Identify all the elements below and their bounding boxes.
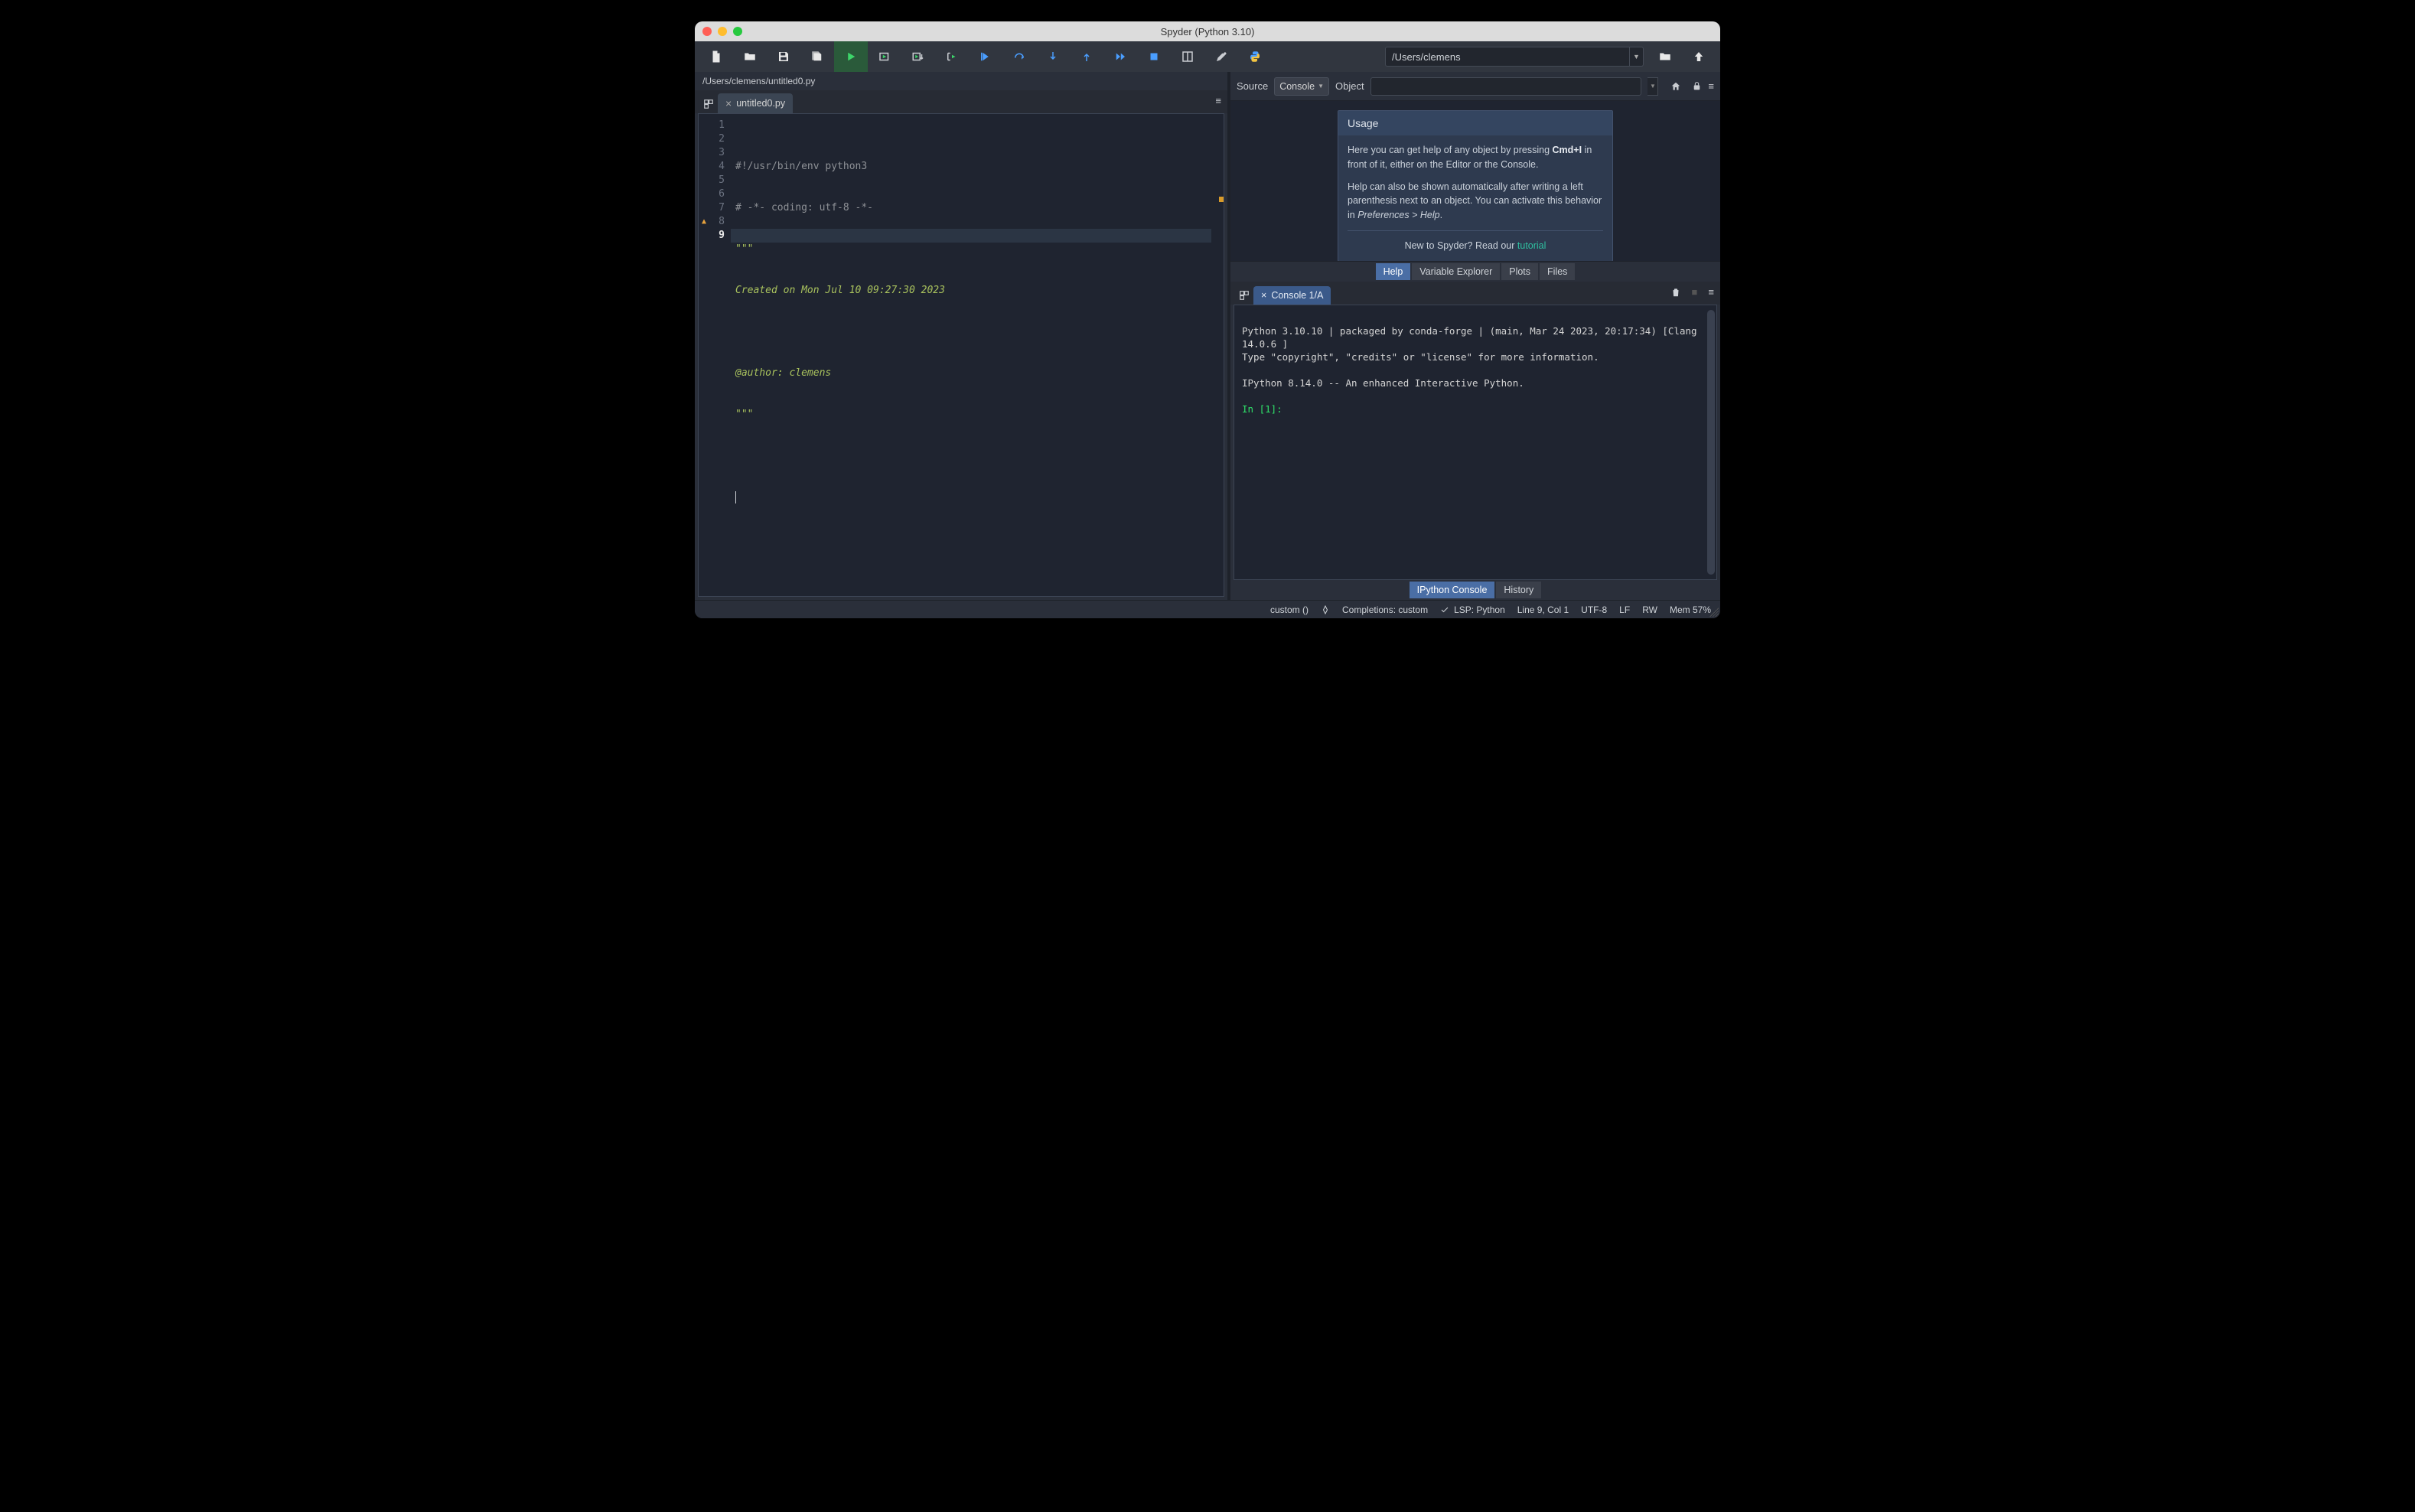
console-tab-bar: × Console 1/A ■ ≡ xyxy=(1230,282,1720,305)
help-object-history-button[interactable]: ▼ xyxy=(1647,77,1658,96)
open-file-button[interactable] xyxy=(733,41,767,72)
debug-step-out-button[interactable] xyxy=(1070,41,1103,72)
console-scrollbar[interactable] xyxy=(1707,310,1715,575)
editor-file-path: /Users/clemens/untitled0.py xyxy=(695,72,1227,90)
console-tab[interactable]: × Console 1/A xyxy=(1253,286,1331,305)
run-cell-advance-button[interactable] xyxy=(901,41,935,72)
run-file-button[interactable] xyxy=(834,41,868,72)
editor-options-button[interactable]: ≡ xyxy=(1215,95,1221,106)
run-cell-button[interactable] xyxy=(868,41,901,72)
debug-continue-button[interactable] xyxy=(1103,41,1137,72)
help-pane-tabs: Help Variable Explorer Plots Files xyxy=(1230,262,1720,282)
working-directory-field[interactable] xyxy=(1385,47,1630,67)
tab-history[interactable]: History xyxy=(1495,581,1542,599)
help-source-label: Source xyxy=(1237,80,1268,92)
status-bar: custom () Completions: custom LSP: Pytho… xyxy=(695,600,1720,618)
editor-tab[interactable]: × untitled0.py xyxy=(718,93,793,113)
console-prompt: In [1]: xyxy=(1242,403,1282,415)
console-options-button[interactable]: ≡ xyxy=(1708,286,1714,298)
browse-console-tabs-button[interactable] xyxy=(1235,286,1253,305)
python-path-button[interactable] xyxy=(1238,41,1272,72)
tab-ipython-console[interactable]: IPython Console xyxy=(1409,581,1496,599)
new-file-button[interactable] xyxy=(699,41,733,72)
modification-marker xyxy=(1219,197,1224,202)
status-kite[interactable] xyxy=(1321,605,1330,614)
interrupt-kernel-icon[interactable]: ■ xyxy=(1692,286,1698,298)
run-selection-button[interactable] xyxy=(935,41,969,72)
lock-icon[interactable] xyxy=(1692,81,1702,91)
help-options-button[interactable]: ≡ xyxy=(1708,80,1714,92)
line-gutter: 1 2 3 4 5 6 7 8 9 xyxy=(699,114,731,596)
window-title: Spyder (Python 3.10) xyxy=(695,26,1720,37)
tab-files[interactable]: Files xyxy=(1539,262,1576,281)
working-directory-input[interactable]: ▼ xyxy=(1385,47,1644,67)
preferences-button[interactable] xyxy=(1204,41,1238,72)
close-console-tab-icon[interactable]: × xyxy=(1261,290,1266,301)
help-pane: Usage Here you can get help of any objec… xyxy=(1230,101,1720,262)
save-all-button[interactable] xyxy=(800,41,834,72)
usage-p1: Here you can get help of any object by p… xyxy=(1348,143,1603,172)
status-eol[interactable]: LF xyxy=(1619,604,1630,615)
working-directory-history-button[interactable]: ▼ xyxy=(1630,47,1644,67)
tab-help[interactable]: Help xyxy=(1375,262,1412,281)
save-file-button[interactable] xyxy=(767,41,800,72)
status-memory[interactable]: Mem 57% xyxy=(1670,604,1711,615)
help-source-select[interactable]: Console▼ xyxy=(1274,77,1329,96)
editor-tab-bar: × untitled0.py ≡ xyxy=(695,90,1227,113)
status-lsp[interactable]: LSP: Python xyxy=(1440,604,1505,615)
ipython-console[interactable]: Python 3.10.10 | packaged by conda-forge… xyxy=(1234,305,1717,580)
resize-grip[interactable] xyxy=(1709,608,1719,617)
debug-step-into-button[interactable] xyxy=(1036,41,1070,72)
code-area[interactable]: #!/usr/bin/env python3 # -*- coding: utf… xyxy=(731,114,1224,596)
status-permissions[interactable]: RW xyxy=(1642,604,1657,615)
usage-title: Usage xyxy=(1338,111,1612,135)
tutorial-link[interactable]: tutorial xyxy=(1517,240,1546,251)
titlebar: Spyder (Python 3.10) xyxy=(695,21,1720,41)
main-toolbar: ▼ xyxy=(695,41,1720,72)
help-object-input[interactable] xyxy=(1370,77,1642,96)
status-cursor[interactable]: Line 9, Col 1 xyxy=(1517,604,1569,615)
console-pane-tabs: IPython Console History xyxy=(1230,580,1720,600)
usage-p2: Help can also be shown automatically aft… xyxy=(1348,180,1603,223)
usage-p3: New to Spyder? Read our tutorial xyxy=(1348,239,1603,253)
maximize-pane-button[interactable] xyxy=(1171,41,1204,72)
browse-directory-button[interactable] xyxy=(1648,41,1682,72)
debug-file-button[interactable] xyxy=(969,41,1002,72)
status-interpreter[interactable]: custom () xyxy=(1270,604,1309,615)
help-toolbar: Source Console▼ Object ▼ ≡ xyxy=(1230,72,1720,101)
help-object-label: Object xyxy=(1335,80,1364,92)
editor-tab-label: untitled0.py xyxy=(736,98,785,109)
status-completions[interactable]: Completions: custom xyxy=(1342,604,1428,615)
status-encoding[interactable]: UTF-8 xyxy=(1581,604,1607,615)
browse-tabs-button[interactable] xyxy=(699,95,718,113)
remove-variables-icon[interactable] xyxy=(1670,287,1681,298)
code-editor[interactable]: 1 2 3 4 5 6 7 8 9 #!/usr/bin/env python3… xyxy=(698,113,1224,597)
close-tab-icon[interactable]: × xyxy=(725,98,732,109)
console-tab-label: Console 1/A xyxy=(1271,290,1323,301)
tab-plots[interactable]: Plots xyxy=(1501,262,1539,281)
parent-directory-button[interactable] xyxy=(1682,41,1716,72)
tab-variable-explorer[interactable]: Variable Explorer xyxy=(1411,262,1501,281)
debug-stop-button[interactable] xyxy=(1137,41,1171,72)
home-icon[interactable] xyxy=(1670,81,1681,92)
usage-card: Usage Here you can get help of any objec… xyxy=(1338,110,1613,262)
spyder-window: Spyder (Python 3.10) ▼ /Users/clemens/un… xyxy=(695,21,1720,618)
debug-step-over-button[interactable] xyxy=(1002,41,1036,72)
